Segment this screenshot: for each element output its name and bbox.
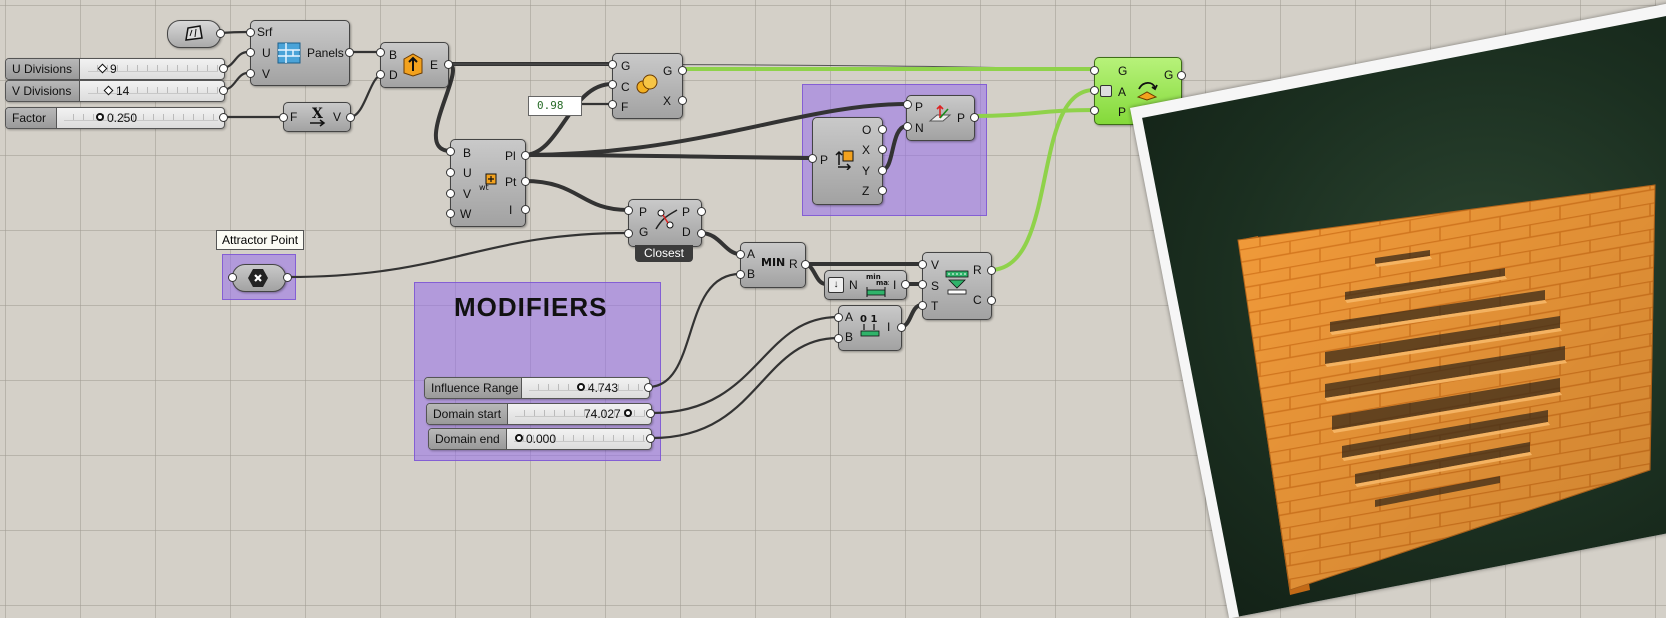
brick-wall-preview	[1237, 184, 1656, 595]
